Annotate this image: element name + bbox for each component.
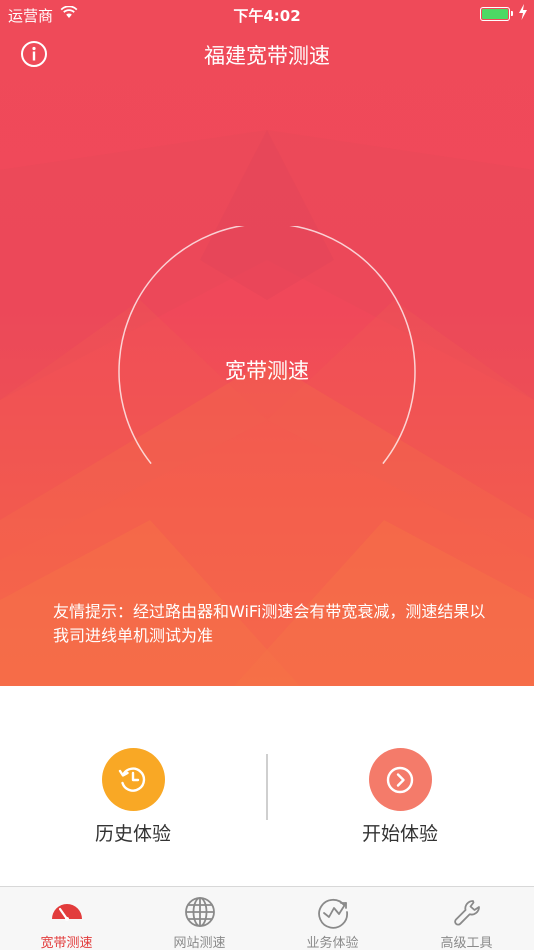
history-icon-circle — [101, 748, 165, 811]
tab-service-experience[interactable]: 业务体验 — [266, 887, 399, 950]
tab-label: 业务体验 — [306, 936, 359, 950]
tab-bar: 宽带测速 网站测速 业务体验 高级工具 — [0, 886, 534, 950]
action-divider — [266, 754, 268, 820]
action-panel: 历史体验 开始体验 — [0, 686, 534, 886]
speed-test-gauge[interactable]: 宽带测速 — [117, 222, 417, 526]
tab-label: 高级工具 — [440, 936, 493, 950]
globe-icon — [184, 897, 215, 927]
tip-text: 友情提示：经过路由器和WiFi测速会有带宽衰减，测速结果以我司进线单机测试为准 — [53, 602, 486, 645]
page-title: 福建宽带测速 — [204, 44, 330, 68]
status-bar: 运营商 下午4:02 — [0, 0, 534, 28]
start-icon-circle — [368, 748, 432, 811]
trend-chart-icon — [317, 898, 348, 929]
history-label: 历史体验 — [94, 823, 171, 845]
tab-website-speed[interactable]: 网站测速 — [133, 887, 266, 950]
tab-label: 网站测速 — [173, 936, 226, 950]
wrench-icon — [453, 900, 480, 926]
speedometer-icon — [51, 904, 82, 921]
play-circle-icon — [386, 766, 414, 793]
start-button[interactable]: 开始体验 — [320, 748, 480, 846]
gauge-label: 宽带测速 — [225, 359, 309, 383]
tab-label: 宽带测速 — [40, 936, 93, 950]
tab-advanced-tools[interactable]: 高级工具 — [400, 887, 533, 950]
tab-broadband-speed[interactable]: 宽带测速 — [0, 887, 133, 950]
battery-icon — [480, 7, 513, 21]
start-label: 开始体验 — [361, 823, 438, 845]
hero-panel: 运营商 下午4:02 福建宽带测速 宽带测速 友情提示：经过路由器和WiFi测速… — [0, 0, 534, 686]
status-time: 下午4:02 — [233, 7, 301, 25]
history-clock-icon — [118, 766, 146, 792]
app-screen: 运营商 下午4:02 福建宽带测速 宽带测速 友情提示：经过路由器和WiFi测速… — [0, 0, 534, 950]
navigation-bar: 福建宽带测速 — [0, 28, 534, 78]
charging-icon — [519, 4, 527, 20]
history-button[interactable]: 历史体验 — [53, 748, 213, 846]
